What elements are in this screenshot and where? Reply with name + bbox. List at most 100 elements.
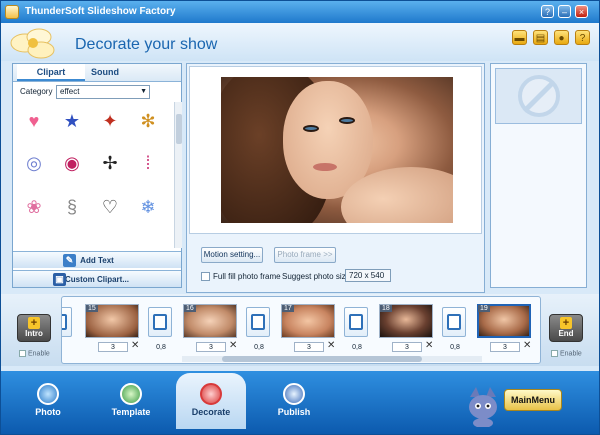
slide-duration[interactable]: 3: [196, 342, 226, 352]
tab-sound[interactable]: Sound: [71, 64, 139, 81]
category-select[interactable]: effect ▼: [56, 85, 150, 99]
delete-icon[interactable]: ✕: [327, 340, 335, 351]
add-text-button[interactable]: ✎ Add Text: [13, 251, 181, 268]
delete-icon[interactable]: ✕: [523, 340, 531, 351]
enable-label: Enable: [560, 350, 582, 357]
enable-label: Enable: [28, 350, 50, 357]
custom-clipart-button[interactable]: ▣ Custom Clipart...: [13, 270, 181, 287]
clipart-stars-icon[interactable]: ★: [55, 106, 89, 136]
slide-thumb[interactable]: 17 3 ✕: [280, 303, 338, 349]
slide-thumb[interactable]: 18 3 ✕: [378, 303, 436, 349]
bottom-nav: Photo Template Decorate Publish MainMenu: [1, 371, 599, 434]
delete-icon[interactable]: ✕: [229, 340, 237, 351]
save-icon[interactable]: ▤: [533, 30, 548, 45]
app-icon: [5, 5, 19, 19]
slide-strip: 15 3 ✕ 0,8 16 3 ✕ 0,8 17: [61, 296, 541, 364]
add-text-label: Add Text: [80, 256, 114, 265]
photo-eye-right: [339, 117, 355, 124]
clipart-petals-icon[interactable]: ❀: [17, 192, 51, 222]
close-button[interactable]: ×: [575, 5, 588, 18]
clipart-swirl-icon[interactable]: §: [55, 192, 89, 222]
empty-decoration-slot[interactable]: [495, 68, 582, 124]
slide-duration[interactable]: 3: [98, 342, 128, 352]
cat-mascot-icon: [466, 387, 500, 427]
panel-tabs: Clipart Sound: [13, 64, 181, 82]
scroll-thumb[interactable]: [222, 356, 422, 362]
motion-setting-button[interactable]: Motion setting...: [201, 247, 263, 263]
clipart-dragonfly-icon[interactable]: ✢: [93, 148, 127, 178]
nav-publish-label: Publish: [278, 407, 311, 417]
clipart-drops-icon[interactable]: ⁞: [131, 148, 165, 178]
clipart-ring-icon[interactable]: ◎: [17, 148, 51, 178]
end-button[interactable]: + End: [549, 314, 583, 342]
transition-box[interactable]: 0,8: [246, 307, 270, 337]
suggest-size-label: Suggest photo size:: [282, 272, 352, 281]
intro-enable-checkbox[interactable]: Enable: [19, 350, 50, 357]
page-header: Decorate your show ▬ ▤ ● ?: [1, 23, 599, 61]
help-icon[interactable]: ?: [575, 30, 590, 45]
category-value: effect: [60, 87, 79, 96]
slide-thumb[interactable]: 15 3 ✕: [84, 303, 142, 349]
transition-value: 0,8: [443, 344, 467, 351]
nav-decorate[interactable]: Decorate: [176, 373, 246, 429]
checkbox-box[interactable]: [19, 350, 26, 357]
plus-icon: +: [560, 317, 572, 329]
clipart-scrollbar[interactable]: [174, 102, 182, 248]
page-title: Decorate your show: [75, 36, 217, 54]
end-enable-checkbox[interactable]: Enable: [551, 350, 582, 357]
clipart-heart-outline-icon[interactable]: ♡: [93, 192, 127, 222]
slide-number: 19: [478, 305, 490, 312]
slide-duration[interactable]: 3: [490, 342, 520, 352]
help-window-icon[interactable]: ?: [541, 5, 554, 18]
intro-label: Intro: [25, 329, 43, 338]
transition-partial[interactable]: [61, 307, 72, 337]
app-window: ThunderSoft Slideshow Factory ? – × Deco…: [0, 0, 600, 435]
preview-panel: Motion setting... Photo frame >> Full fi…: [186, 63, 485, 293]
main-menu-button[interactable]: MainMenu: [504, 389, 562, 411]
nav-photo[interactable]: Photo: [13, 373, 83, 429]
timeline: + Intro Enable 15 3 ✕ 0,8 16 3 ✕: [1, 294, 599, 366]
nav-publish[interactable]: Publish: [259, 373, 329, 429]
timeline-scrollbar[interactable]: [182, 356, 482, 362]
transition-box[interactable]: 0,8: [344, 307, 368, 337]
decoration-list-panel: [490, 63, 587, 288]
scroll-thumb[interactable]: [176, 114, 182, 144]
suggest-size-field: 720 x 540: [345, 269, 391, 282]
clipart-lips-icon[interactable]: ◉: [55, 148, 89, 178]
intro-button[interactable]: + Intro: [17, 314, 51, 342]
nav-template[interactable]: Template: [96, 373, 166, 429]
preview-photo: [221, 77, 453, 223]
transition-box[interactable]: 0,8: [442, 307, 466, 337]
plus-icon: +: [28, 317, 40, 329]
slide-thumb[interactable]: 16 3 ✕: [182, 303, 240, 349]
checkbox-box[interactable]: [551, 350, 558, 357]
photo-lips: [313, 163, 337, 171]
photo-frame-button[interactable]: Photo frame >>: [274, 247, 336, 263]
minimize-button[interactable]: –: [558, 5, 571, 18]
full-fill-label: Full fill photo frame: [213, 272, 281, 281]
slide-duration[interactable]: 3: [392, 342, 422, 352]
bulb-icon[interactable]: ●: [554, 30, 569, 45]
preview-canvas[interactable]: [189, 66, 482, 234]
clipart-grid: ♥ ★ ✦ ✻ ◎ ◉ ✢ ⁞ ❀ § ♡ ❄: [13, 102, 173, 248]
slide-number: 17: [282, 305, 294, 312]
photo-icon: [37, 383, 59, 405]
full-fill-checkbox[interactable]: [201, 272, 210, 281]
custom-clipart-label: Custom Clipart...: [65, 275, 129, 284]
clipart-snowflake-icon[interactable]: ❄: [131, 192, 165, 222]
slide-number: 16: [184, 305, 196, 312]
delete-icon[interactable]: ✕: [131, 340, 139, 351]
folder-icon[interactable]: ▬: [512, 30, 527, 45]
clipart-panel: Clipart Sound Category effect ▼ ♥ ★ ✦ ✻ …: [12, 63, 182, 288]
title-bar: ThunderSoft Slideshow Factory ? – ×: [1, 1, 599, 23]
clipart-heart-icon[interactable]: ♥: [17, 106, 51, 136]
slide-duration[interactable]: 3: [294, 342, 324, 352]
clipart-sparkles-icon[interactable]: ✻: [131, 106, 165, 136]
clipart-butterfly-icon[interactable]: ✦: [93, 106, 127, 136]
delete-icon[interactable]: ✕: [425, 340, 433, 351]
slide-thumb-selected[interactable]: 19 3 ✕: [476, 303, 534, 349]
transition-box[interactable]: 0,8: [148, 307, 172, 337]
transition-icon: [447, 314, 461, 330]
flower-logo-icon: [5, 25, 65, 61]
template-icon: [120, 383, 142, 405]
